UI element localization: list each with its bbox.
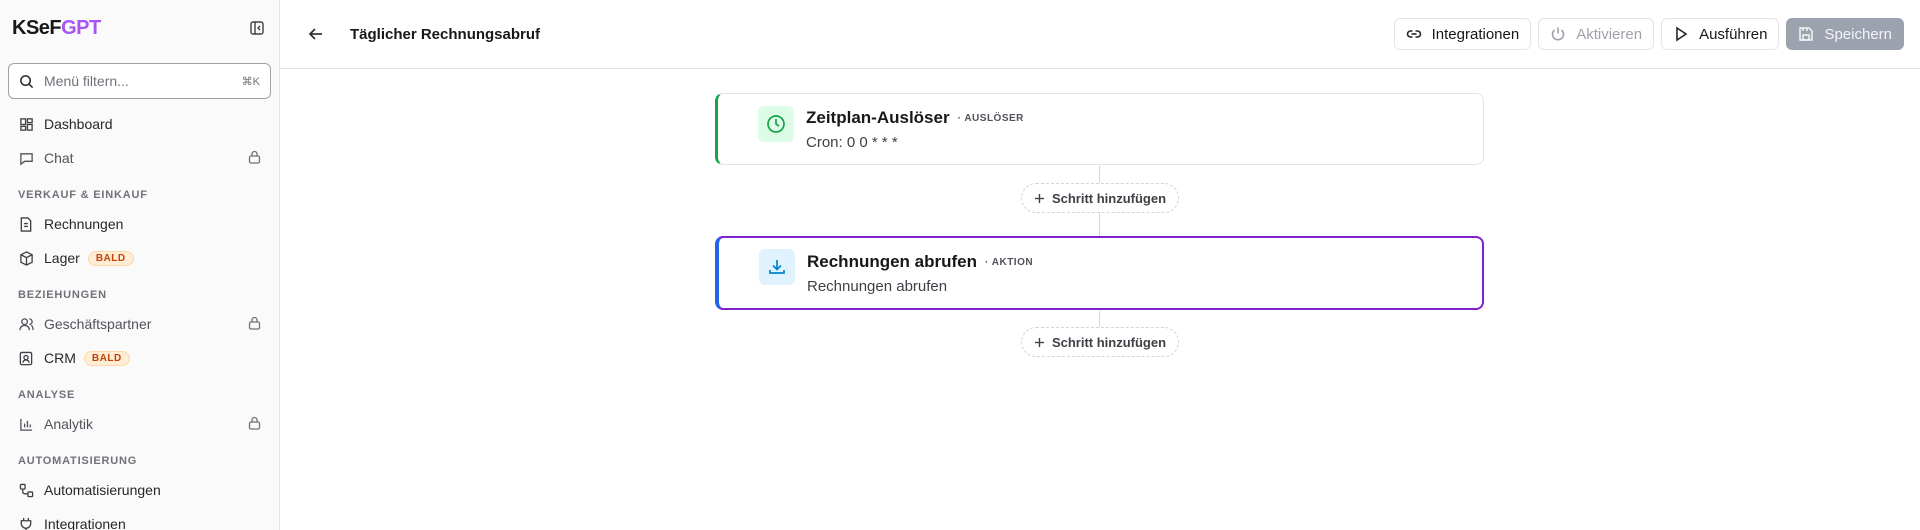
users-icon	[18, 316, 34, 332]
sidebar-item-label: Automatisierungen	[44, 482, 161, 498]
soon-badge: BALD	[87, 250, 134, 266]
trigger-node-type: · AUSLÖSER	[957, 112, 1024, 124]
run-button[interactable]: Ausführen	[1661, 18, 1780, 50]
integrations-button-label: Integrationen	[1431, 25, 1520, 43]
bar-chart-icon	[18, 416, 34, 432]
integrations-button[interactable]: Integrationen	[1393, 18, 1532, 50]
trigger-node-title: Zeitplan-Auslöser	[806, 108, 950, 127]
sidebar-item-crm[interactable]: CRM BALD	[10, 341, 269, 375]
save-button[interactable]: Speichern	[1786, 18, 1904, 50]
app-root: KSeFGPT ⌘K Dashboard Chat VERKAUF & EINK…	[0, 0, 1920, 530]
lock-icon	[248, 150, 261, 167]
save-button-label: Speichern	[1824, 25, 1892, 43]
soon-badge: BALD	[83, 350, 130, 366]
menu-filter-input[interactable]	[44, 73, 242, 89]
lock-icon	[248, 316, 261, 333]
document-icon	[18, 216, 34, 232]
clock-icon	[758, 106, 794, 142]
plus-icon	[1034, 337, 1045, 347]
connector-line	[1099, 213, 1100, 236]
sidebar-item-integrationen[interactable]: Integrationen	[10, 507, 269, 530]
sidebar-nav: Dashboard Chat VERKAUF & EINKAUF Rechnun…	[0, 99, 279, 530]
connector-line	[1099, 311, 1100, 327]
sidebar-item-label: CRM	[44, 350, 76, 366]
action-node-title: Rechnungen abrufen	[807, 252, 978, 271]
lock-icon	[248, 416, 261, 433]
workflow-canvas: Zeitplan-Auslöser · AUSLÖSER Cron: 0 0 *…	[280, 69, 1920, 530]
section-beziehungen: BEZIEHUNGEN	[18, 289, 107, 301]
sidebar-item-dashboard[interactable]: Dashboard	[10, 107, 269, 141]
sidebar-item-chat[interactable]: Chat	[10, 141, 269, 175]
sidebar-item-label: Rechnungen	[44, 216, 124, 232]
search-shortcut: ⌘K	[241, 75, 260, 88]
run-button-label: Ausführen	[1699, 25, 1768, 43]
download-icon	[759, 249, 795, 285]
plus-icon	[1034, 193, 1045, 203]
topbar: Täglicher Rechnungsabruf Integrationen A…	[280, 0, 1920, 69]
back-arrow-icon[interactable]	[306, 24, 326, 44]
action-node[interactable]: Rechnungen abrufen · AKTION Rechnungen a…	[715, 236, 1484, 310]
sidebar-item-label: Dashboard	[44, 116, 113, 132]
trigger-node-title-row: Zeitplan-Auslöser · AUSLÖSER	[806, 108, 1024, 128]
logo-text-ksef: KSeF	[12, 16, 62, 39]
sidebar-item-geschaeftspartner[interactable]: Geschäftspartner	[10, 307, 269, 341]
power-icon	[1551, 27, 1565, 41]
dashboard-icon	[18, 116, 34, 132]
logo-text-gpt: GPT	[61, 16, 101, 39]
action-node-type: · AKTION	[985, 256, 1034, 268]
sidebar-item-analytik[interactable]: Analytik	[10, 407, 269, 441]
chat-icon	[18, 150, 34, 166]
sidebar-item-label: Chat	[44, 150, 74, 166]
trigger-node-subtitle: Cron: 0 0 * * *	[806, 134, 898, 151]
add-step-label: Schritt hinzufügen	[1051, 334, 1167, 350]
sidebar-item-automatisierungen[interactable]: Automatisierungen	[10, 473, 269, 507]
sidebar-item-rechnungen[interactable]: Rechnungen	[10, 207, 269, 241]
add-step-button[interactable]: Schritt hinzufügen	[1021, 327, 1179, 357]
sidebar: KSeFGPT ⌘K Dashboard Chat VERKAUF & EINK…	[0, 0, 280, 530]
sidebar-item-label: Geschäftspartner	[44, 316, 152, 332]
package-icon	[18, 250, 34, 266]
main-area: Täglicher Rechnungsabruf Integrationen A…	[280, 0, 1920, 530]
section-analyse: ANALYSE	[18, 389, 76, 401]
play-icon	[1676, 26, 1688, 42]
contact-card-icon	[18, 350, 34, 366]
search-icon	[20, 74, 34, 88]
sidebar-item-label: Analytik	[44, 416, 94, 432]
logo[interactable]: KSeFGPT	[12, 17, 101, 40]
action-node-subtitle: Rechnungen abrufen	[807, 278, 948, 295]
section-automatisierung: AUTOMATISIERUNG	[18, 455, 138, 467]
add-step-label: Schritt hinzufügen	[1051, 190, 1167, 206]
trigger-node[interactable]: Zeitplan-Auslöser · AUSLÖSER Cron: 0 0 *…	[715, 93, 1484, 165]
section-verkauf: VERKAUF & EINKAUF	[18, 189, 148, 201]
save-icon	[1799, 27, 1814, 41]
activate-button[interactable]: Aktivieren	[1538, 18, 1655, 50]
sidebar-item-label: Integrationen	[44, 516, 126, 530]
page-title: Täglicher Rechnungsabruf	[350, 25, 541, 43]
link-icon	[1406, 30, 1421, 38]
sidebar-item-label: Lager	[44, 250, 80, 266]
sidebar-toggle-icon[interactable]	[247, 18, 267, 38]
connector-line	[1099, 166, 1100, 183]
sidebar-header: KSeFGPT	[0, 0, 279, 56]
toolbar-actions: Integrationen Aktivieren Ausführen Speic…	[1393, 18, 1904, 50]
plug-icon	[18, 516, 34, 530]
action-node-title-row: Rechnungen abrufen · AKTION	[807, 252, 1033, 272]
menu-filter: ⌘K	[8, 63, 271, 99]
workflow-icon	[18, 482, 34, 498]
activate-button-label: Aktivieren	[1576, 25, 1643, 43]
add-step-button[interactable]: Schritt hinzufügen	[1021, 183, 1179, 213]
sidebar-item-lager[interactable]: Lager BALD	[10, 241, 269, 275]
